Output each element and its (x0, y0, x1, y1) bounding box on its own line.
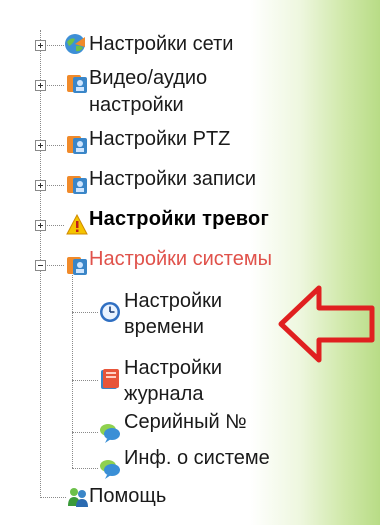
warning-icon (66, 214, 88, 235)
help-people-icon (68, 488, 88, 507)
tree-item-label: Настройки тревог (89, 208, 269, 230)
tree-item-label-line2: журнала (124, 383, 204, 405)
tree-connector (72, 312, 98, 313)
collapse-toggle-system[interactable] (35, 260, 46, 271)
chat-bubble-icon (100, 460, 120, 479)
tree-connector (72, 468, 98, 469)
tree-item-label-line2: настройки (89, 94, 184, 116)
tree-item-label: Видео/аудио (89, 67, 208, 89)
tree-item-label: Настройки PTZ (89, 128, 231, 150)
tree-item-label: Помощь (89, 485, 167, 507)
tree-connector (40, 497, 66, 498)
expand-toggle-video-audio[interactable] (35, 80, 46, 91)
expand-toggle-alarm[interactable] (35, 220, 46, 231)
tree-connector (72, 380, 98, 381)
clock-icon (100, 302, 120, 322)
settings-tree: Настройки сети Видео/аудио настройки Нас… (0, 0, 380, 525)
chat-bubble-icon (100, 424, 120, 443)
tree-item-label: Серийный № (124, 411, 247, 433)
camera-card-icon (67, 136, 87, 154)
expand-toggle-ptz[interactable] (35, 140, 46, 151)
tree-item-label: Настройки (124, 290, 223, 312)
log-book-icon (101, 369, 119, 389)
globe-network-icon (65, 34, 85, 54)
tree-connector (72, 268, 73, 468)
expand-toggle-network[interactable] (35, 40, 46, 51)
tree-item-label: Настройки системы (89, 248, 272, 270)
camera-card-icon (67, 176, 87, 194)
camera-card-icon (67, 257, 87, 275)
tree-item-label: Настройки (124, 357, 223, 379)
tree-item-label: Настройки записи (89, 168, 257, 190)
expand-toggle-record[interactable] (35, 180, 46, 191)
tree-item-label: Настройки сети (89, 33, 234, 55)
tree-item-label: Инф. о системе (124, 447, 270, 469)
camera-card-icon (67, 75, 87, 93)
red-arrow-annotation-icon (278, 285, 375, 363)
tree-item-label-line2: времени (124, 316, 204, 338)
tree-connector (72, 432, 98, 433)
